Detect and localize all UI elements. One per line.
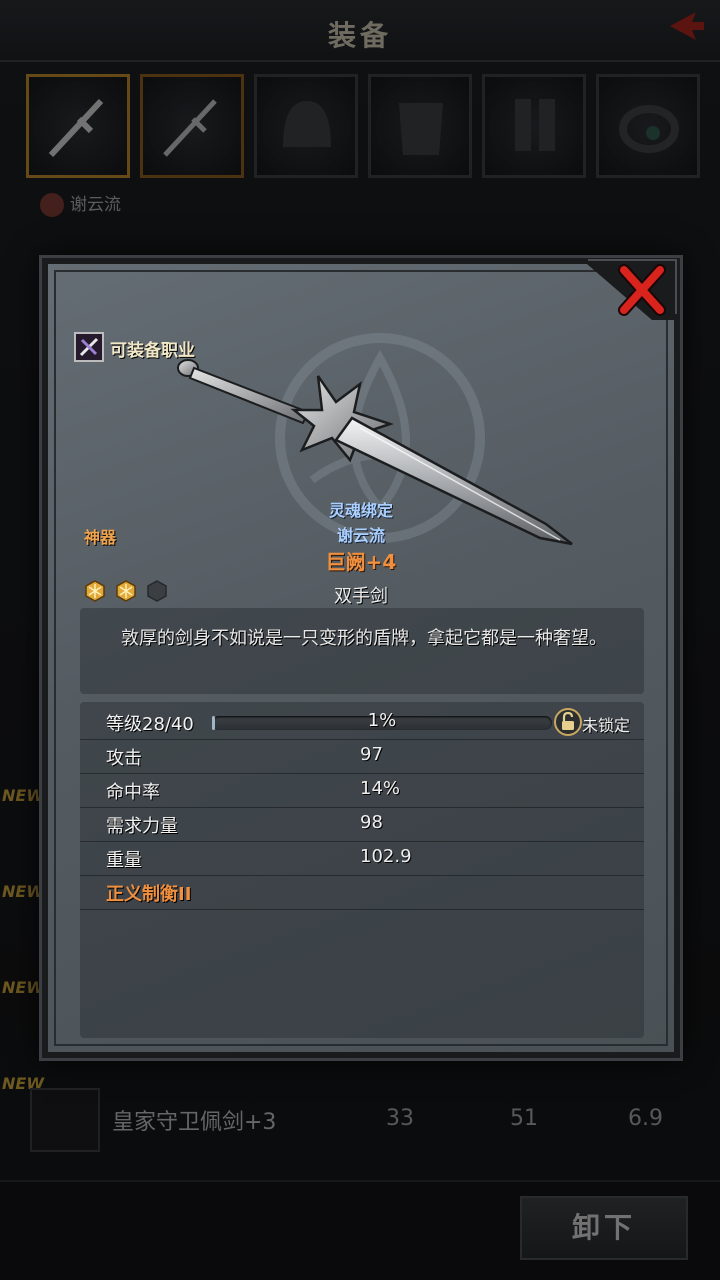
list-item[interactable]: 皇家守卫佩剑+3 33 51 6.9 xyxy=(20,1080,700,1160)
slot-weapon[interactable] xyxy=(26,74,130,178)
lock-icon[interactable] xyxy=(554,708,582,736)
gem-filled-icon xyxy=(116,580,136,602)
stat-value: 98 xyxy=(360,812,383,833)
item-detail-modal: 可装备职业 灵魂绑定 谢云流 巨阙+4 双手剑 神器 敦厚的剑身不如说是一只变形… xyxy=(42,258,680,1058)
list-item-value: 6.9 xyxy=(628,1106,663,1131)
armor-icon xyxy=(399,103,443,155)
slot-ring[interactable] xyxy=(596,74,700,178)
stat-label: 重量 xyxy=(106,850,142,871)
avatar xyxy=(40,193,64,217)
sword-icon xyxy=(48,98,104,158)
boots-icon xyxy=(515,99,555,151)
slot-offhand[interactable] xyxy=(140,74,244,178)
stat-row: 需求力量 98 xyxy=(80,808,644,842)
stat-value: 14% xyxy=(360,778,401,799)
helmet-icon xyxy=(283,101,331,147)
equipment-slots xyxy=(26,74,700,184)
lock-status: 未锁定 xyxy=(582,716,631,735)
level-label: 等级28/40 xyxy=(106,714,194,735)
level-progress-text: 1% xyxy=(367,710,397,731)
rarity-label: 神器 xyxy=(84,528,117,547)
item-description: 敦厚的剑身不如说是一只变形的盾牌，拿起它都是一种奢望。 xyxy=(121,628,607,649)
gem-sockets xyxy=(84,580,184,604)
slot-boots[interactable] xyxy=(482,74,586,178)
stat-row: 命中率 14% xyxy=(80,774,644,808)
soulbound-owner: 谢云流 xyxy=(336,526,385,545)
stat-label: 攻击 xyxy=(106,748,142,769)
soulbound-label: 灵魂绑定 xyxy=(328,501,393,520)
new-badge: NEW xyxy=(2,786,44,805)
stat-label: 命中率 xyxy=(106,782,160,803)
stat-label: 需求力量 xyxy=(106,816,178,837)
stat-row: 重量 102.9 xyxy=(80,842,644,876)
sword-icon xyxy=(30,1088,100,1152)
new-badge: NEW xyxy=(2,978,44,997)
description-box: 敦厚的剑身不如说是一只变形的盾牌，拿起它都是一种奢望。 xyxy=(80,608,644,694)
stat-value: 102.9 xyxy=(360,846,412,867)
list-item-name: 皇家守卫佩剑+3 xyxy=(112,1110,277,1135)
screen-title: 装备 xyxy=(327,19,392,52)
stat-value: 97 xyxy=(360,744,383,765)
sword-icon xyxy=(163,99,217,157)
stat-row: 攻击 97 xyxy=(80,740,644,774)
slot-armor[interactable] xyxy=(368,74,472,178)
gem-filled-icon xyxy=(85,580,105,602)
list-item-value: 33 xyxy=(386,1106,414,1131)
new-badge: NEW xyxy=(2,882,44,901)
back-arrow-icon[interactable] xyxy=(666,8,706,44)
title-bar: 装备 xyxy=(0,0,720,62)
level-row: 等级28/40 1% 未锁定 xyxy=(80,706,644,740)
list-item-value: 51 xyxy=(510,1106,538,1131)
skill-row: 正义制衡II xyxy=(80,876,644,910)
unequip-button[interactable]: 卸下 xyxy=(520,1196,688,1260)
slot-helmet[interactable] xyxy=(254,74,358,178)
item-name: 巨阙+4 xyxy=(325,550,397,574)
ring-icon xyxy=(619,105,679,153)
class-icon[interactable] xyxy=(74,332,104,362)
owner-name: 谢云流 xyxy=(70,195,121,215)
stats-panel: 等级28/40 1% 未锁定 攻击 97 命中率 14% 需求力量 98 重量 xyxy=(80,702,644,1038)
skill-name[interactable]: 正义制衡II xyxy=(106,880,191,906)
owner-tag: 谢云流 xyxy=(40,190,121,217)
close-icon[interactable] xyxy=(616,264,668,316)
gem-empty-icon xyxy=(147,580,167,602)
